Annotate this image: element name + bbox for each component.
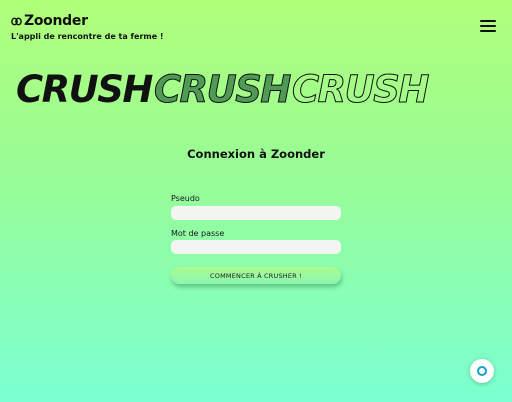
brand-name: Zoonder (24, 13, 88, 29)
help-ring-icon (477, 366, 487, 376)
brand-tagline: L'appli de rencontre de ta ferme ! (11, 32, 164, 41)
menu-bar (480, 25, 496, 27)
login-title: Connexion à Zoonder (187, 147, 325, 161)
brand-logo[interactable]: Zoonder (11, 13, 88, 29)
crush-word-outline: CRUSH (292, 68, 429, 111)
hamburger-menu-icon[interactable] (480, 20, 496, 32)
password-label: Mot de passe (171, 229, 225, 238)
crush-banner: CRUSH CRUSH CRUSH (16, 68, 431, 112)
password-field[interactable] (171, 240, 341, 254)
help-widget-button[interactable] (470, 359, 494, 383)
crush-word-solid: CRUSH (16, 68, 153, 111)
zoonder-logo-icon (11, 17, 22, 25)
start-crushing-button[interactable]: COMMENCER À CRUSHER ! (171, 267, 341, 284)
crush-word-green: CRUSH (154, 68, 291, 111)
username-field[interactable] (171, 206, 341, 220)
menu-bar (480, 30, 496, 32)
menu-bar (480, 20, 496, 22)
username-label: Pseudo (171, 194, 200, 203)
